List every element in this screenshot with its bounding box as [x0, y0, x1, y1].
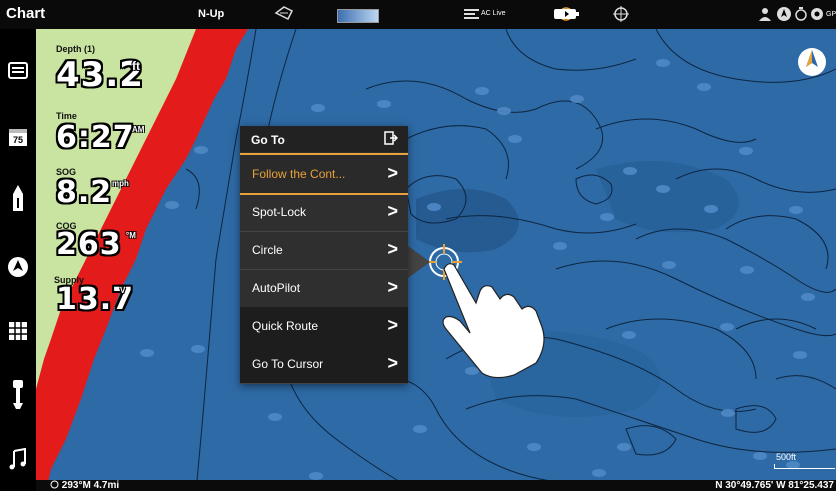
menu-item-follow-contour[interactable]: Follow the Cont... >	[240, 153, 408, 195]
chevron-right-icon: >	[387, 353, 398, 373]
bearing-range-text: 293°M 4.7mi	[61, 480, 120, 491]
left-sidebar: 75	[0, 29, 36, 491]
calendar-75-icon[interactable]: 75	[6, 125, 30, 149]
crosshair-icon[interactable]	[612, 4, 630, 24]
menu-item-label: AutoPilot	[252, 281, 301, 295]
chevron-right-icon: >	[387, 277, 398, 297]
top-status-bar: Chart N-Up AC Live GP	[0, 0, 836, 29]
menu-item-label: Follow the Cont...	[252, 167, 346, 181]
radar-icon[interactable]	[6, 255, 30, 279]
chevron-right-icon: >	[387, 239, 398, 259]
svg-text:75: 75	[13, 135, 23, 145]
time-unit: AM	[132, 125, 145, 134]
chart-view-icon[interactable]	[6, 59, 30, 83]
boat-icon[interactable]	[6, 185, 30, 211]
chevron-right-icon: >	[387, 201, 398, 221]
sog-unit: mph	[112, 179, 129, 188]
bottom-status-bar: 293°M 4.7mi N 30°49.765' W 81°25.437	[36, 480, 836, 491]
grid-icon[interactable]	[6, 319, 30, 343]
menu-item-label: Quick Route	[252, 319, 319, 333]
nav-chart-icon[interactable]	[274, 4, 294, 24]
sog-value: 8.2	[56, 175, 113, 210]
battery-icon[interactable]	[553, 4, 581, 24]
goto-menu-header: Go To	[240, 126, 408, 152]
cog-unit: °M	[126, 231, 136, 240]
depth-contours	[36, 29, 836, 491]
aclive-label: AC Live	[481, 10, 506, 17]
outboard-motor-icon[interactable]	[6, 380, 30, 409]
time-value: 6:27	[56, 120, 135, 155]
goto-menu-title: Go To	[251, 133, 285, 147]
target-icon	[50, 480, 59, 489]
exit-icon[interactable]	[384, 131, 399, 148]
depth-value: 43.2	[56, 55, 144, 95]
menu-pointer	[408, 246, 430, 278]
menu-item-label: Spot-Lock	[252, 205, 307, 219]
gps-label: GP	[826, 11, 836, 18]
chart-map[interactable]: Depth (1) 43.2 ft Time 6:27 AM SOG 8.2 m…	[36, 29, 836, 491]
scale-label: 500ft	[776, 452, 797, 462]
compass-icon[interactable]	[776, 4, 792, 24]
bearing-range: 293°M 4.7mi	[50, 480, 119, 491]
chevron-right-icon: >	[387, 163, 398, 183]
menu-item-spot-lock[interactable]: Spot-Lock >	[240, 193, 408, 232]
orientation-label[interactable]: N-Up	[198, 8, 224, 20]
menu-item-autopilot[interactable]: AutoPilot >	[240, 269, 408, 308]
cog-value: 263	[56, 227, 122, 262]
supply-unit: V	[120, 286, 126, 295]
menu-item-label: Circle	[252, 243, 283, 257]
hand-pointer-icon	[442, 263, 545, 379]
depth-label: Depth (1)	[56, 44, 95, 54]
depth-gradient-icon[interactable]	[337, 9, 379, 23]
menu-item-circle[interactable]: Circle >	[240, 231, 408, 270]
timer-icon[interactable]	[794, 4, 808, 24]
chart-screen: Chart N-Up AC Live GP 75 Depth (1) 43.2 …	[0, 0, 836, 491]
menu-item-label: Go To Cursor	[252, 357, 324, 371]
person-icon[interactable]	[757, 4, 773, 24]
scale-bar	[774, 464, 835, 469]
view-title: Chart	[6, 5, 46, 22]
settings-icon[interactable]	[810, 4, 824, 24]
menu-item-go-to-cursor[interactable]: Go To Cursor >	[240, 345, 408, 384]
music-icon[interactable]	[6, 447, 30, 471]
chevron-right-icon: >	[387, 315, 398, 335]
depth-unit: ft	[132, 59, 140, 73]
cursor-coordinates: N 30°49.765' W 81°25.437	[715, 480, 834, 491]
goto-menu: Go To Follow the Cont... > Spot-Lock > C…	[240, 126, 408, 384]
aclive-icon[interactable]	[463, 4, 481, 24]
menu-item-quick-route[interactable]: Quick Route >	[240, 307, 408, 346]
north-compass-icon	[798, 48, 826, 76]
